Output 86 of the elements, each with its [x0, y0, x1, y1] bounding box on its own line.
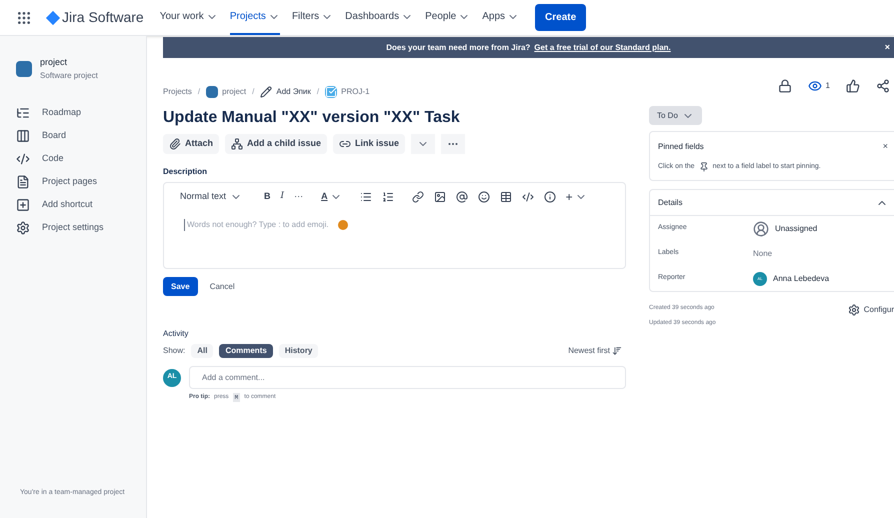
italic-button[interactable]: I [280, 190, 284, 204]
sidebar-item[interactable]: Board [0, 124, 146, 148]
roadmap-icon [16, 106, 30, 120]
link-icon[interactable] [412, 191, 424, 203]
page-icon [16, 175, 30, 189]
cancel-button[interactable]: Cancel [210, 280, 235, 292]
save-button[interactable]: Save [163, 277, 198, 296]
watch-button[interactable]: 1 [808, 79, 830, 93]
eye-icon [808, 79, 822, 93]
sidebar-item[interactable]: Project settings [0, 216, 146, 240]
action-button[interactable]: Add a child issue [225, 134, 328, 154]
filter-tab[interactable]: All [191, 344, 214, 358]
show-label: Show: [163, 345, 186, 357]
settings-icon [848, 304, 860, 316]
lock-icon[interactable] [778, 79, 792, 93]
issue-title[interactable]: Update Manual "XX" version "XX" Task [163, 106, 626, 130]
nav-menu[interactable]: Projects [230, 0, 280, 35]
comment-field[interactable]: Add a comment... [189, 366, 626, 389]
project-avatar-icon [16, 60, 32, 77]
link-icon [339, 138, 352, 150]
action-button[interactable]: Attach [163, 134, 220, 154]
configure-button[interactable]: Configur [848, 304, 894, 316]
action-button[interactable]: Link issue [333, 134, 406, 154]
breadcrumb-separator: / [198, 86, 200, 98]
panel-title: Pinned fields [658, 140, 704, 153]
project-name[interactable]: project [40, 56, 98, 70]
numbered-list-icon[interactable] [382, 191, 394, 203]
pencil-icon [260, 86, 272, 98]
text-color-button[interactable]: A [321, 190, 350, 204]
sort-button[interactable]: Newest first [568, 345, 622, 357]
user-icon [753, 220, 769, 236]
info-icon[interactable] [544, 191, 556, 203]
description-editor[interactable]: Normal text B I ··· A + Words not enough? Type : to add emoji. [163, 182, 626, 269]
breadcrumb-separator: / [316, 86, 320, 98]
hierarchy-icon [231, 138, 244, 150]
paperclip-icon [169, 138, 181, 150]
activity-title: Activity [163, 328, 190, 340]
share-icon[interactable] [876, 79, 890, 93]
bold-button[interactable]: B [264, 190, 271, 204]
table-icon[interactable] [500, 191, 512, 203]
breadcrumb-separator: / [252, 86, 254, 98]
pin-icon [698, 162, 709, 172]
field-value[interactable]: Unassigned [775, 222, 818, 234]
mention-icon[interactable] [456, 191, 468, 203]
code-icon [16, 152, 30, 166]
close-button[interactable]: × [884, 40, 890, 54]
app-switcher-icon[interactable] [16, 10, 32, 26]
description-input[interactable]: Words not enough? Type : to add emoji. [184, 219, 334, 231]
nav-menu[interactable]: Dashboards [345, 0, 414, 35]
breadcrumb-link[interactable]: PROJ-1 [341, 86, 370, 98]
more-formatting-button[interactable]: ··· [294, 190, 312, 204]
sidebar-item[interactable]: Add shortcut [0, 194, 146, 216]
banner-text: Does your team need more from Jira? [386, 42, 530, 54]
status-dropdown[interactable]: To Do [649, 106, 702, 125]
filter-tab[interactable]: Comments [219, 344, 273, 358]
banner-link[interactable]: Get a free trial of our Standard plan. [534, 42, 671, 54]
sidebar-item[interactable]: Roadmap [0, 102, 146, 124]
task-icon [325, 86, 338, 98]
nav-menu[interactable]: Your work [160, 0, 218, 35]
panel-title: Details [658, 196, 682, 208]
description-label: Description [163, 166, 208, 178]
image-icon[interactable] [434, 191, 446, 203]
nav-menu[interactable]: People [425, 0, 470, 35]
sort-icon [612, 346, 622, 356]
thumbs-up-icon[interactable] [846, 79, 860, 93]
breadcrumb-link[interactable]: project [222, 86, 246, 98]
field-value[interactable]: None [753, 248, 772, 260]
product-name[interactable]: Jira Software [62, 7, 144, 28]
add-shortcut-icon [16, 198, 30, 212]
text-style-dropdown[interactable]: Normal text [180, 190, 254, 204]
code-icon[interactable] [522, 191, 534, 203]
nav-menu[interactable]: Apps [482, 0, 520, 35]
close-button[interactable]: × [882, 140, 888, 154]
insert-button[interactable]: + [566, 188, 587, 206]
nav-menu[interactable]: Filters [292, 0, 334, 35]
project-type: Software project [40, 70, 98, 82]
sidebar-item[interactable]: Project pages [0, 170, 146, 194]
create-button[interactable]: Create [535, 4, 586, 31]
settings-icon [16, 221, 30, 235]
sidebar-item[interactable]: Code [0, 148, 146, 170]
filter-tab[interactable]: History [278, 344, 318, 358]
project-icon [206, 86, 218, 98]
breadcrumb-link[interactable]: Projects [163, 86, 192, 98]
field-value[interactable]: Anna Lebedeva [773, 272, 830, 284]
breadcrumb-link[interactable]: Add Эпик [276, 86, 311, 98]
columns-icon [16, 129, 30, 143]
